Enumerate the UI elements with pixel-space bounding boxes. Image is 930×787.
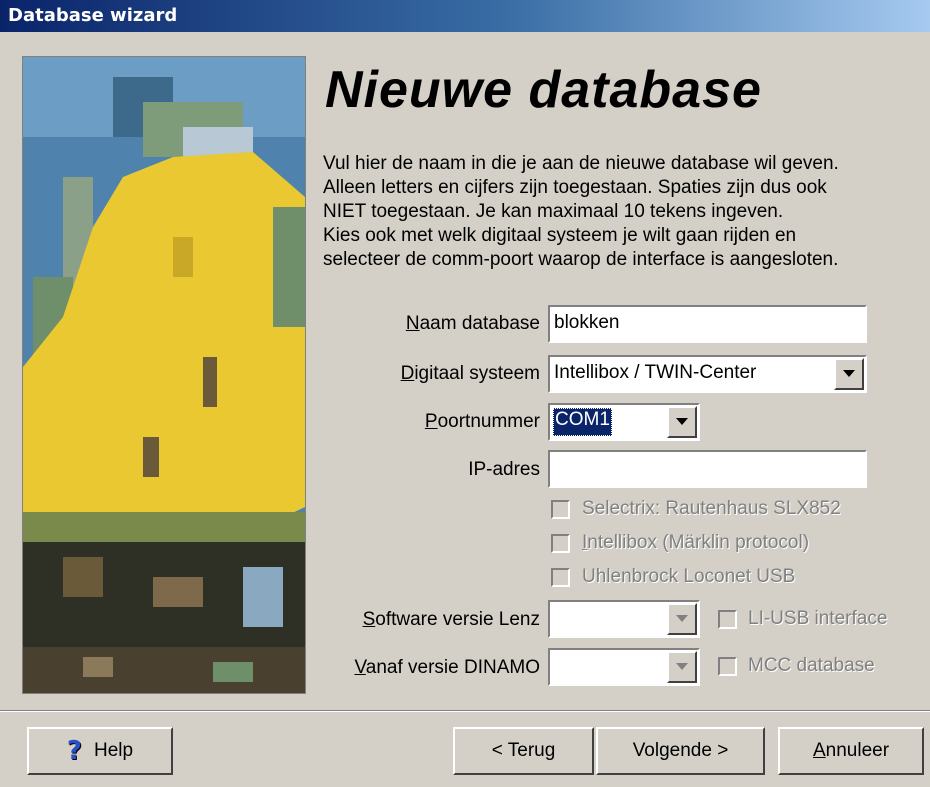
- intellibox-label: Intellibox (Märklin protocol): [582, 532, 810, 553]
- description-line: Alleen letters en cijfers zijn toegestaa…: [323, 177, 827, 198]
- vanaf-versie-dinamo-select[interactable]: [548, 648, 700, 686]
- description-text: Vul hier de naam in die je aan de nieuwe…: [323, 152, 923, 272]
- selectrix-label: Selectrix: Rautenhaus SLX852: [582, 498, 841, 519]
- li-usb-label: LI-USB interface: [748, 608, 888, 629]
- cancel-button[interactable]: Annuleer: [778, 727, 924, 775]
- intellibox-checkbox[interactable]: [551, 534, 570, 553]
- window-title: Database wizard: [8, 5, 178, 26]
- description-line: selecteer de comm-poort waarop de interf…: [323, 249, 839, 270]
- selectrix-checkbox[interactable]: [551, 500, 570, 519]
- description-line: Vul hier de naam in die je aan de nieuwe…: [323, 153, 839, 174]
- mcc-database-label: MCC database: [748, 655, 875, 676]
- chevron-down-icon[interactable]: [667, 603, 697, 635]
- software-versie-lenz-label: Software versie Lenz: [362, 609, 540, 630]
- description-line: NIET toegestaan. Je kan maximaal 10 teke…: [323, 201, 784, 222]
- chevron-down-icon[interactable]: [834, 358, 864, 390]
- poortnummer-label: Poortnummer: [424, 411, 540, 432]
- chevron-down-icon[interactable]: [667, 651, 697, 683]
- help-question-icon: ?: [66, 736, 82, 766]
- software-versie-lenz-select[interactable]: [548, 600, 700, 638]
- ip-adres-input[interactable]: [548, 450, 867, 488]
- vanaf-versie-dinamo-label: Vanaf versie DINAMO: [354, 657, 541, 678]
- footer-separator: [0, 710, 930, 712]
- digitaal-systeem-select[interactable]: Intellibox / TWIN-Center: [548, 355, 867, 393]
- database-wizard-window: Database wizard Nieuwe database Vul hier…: [0, 0, 930, 787]
- li-usb-checkbox[interactable]: [718, 610, 737, 629]
- chevron-down-icon[interactable]: [667, 406, 697, 438]
- help-button[interactable]: ? Help: [27, 727, 173, 775]
- uhlenbrock-label: Uhlenbrock Loconet USB: [582, 566, 796, 587]
- digitaal-systeem-label: Digitaal systeem: [400, 363, 540, 384]
- poortnummer-select[interactable]: COM1: [548, 403, 700, 441]
- naam-database-label: Naam database: [405, 313, 540, 334]
- back-button[interactable]: < Terug: [453, 727, 594, 775]
- ip-adres-label: IP-adres: [468, 459, 540, 480]
- description-line: Kies ook met welk digitaal systeem je wi…: [323, 225, 797, 246]
- page-heading: Nieuwe database: [325, 61, 762, 119]
- next-button[interactable]: Volgende >: [596, 727, 765, 775]
- title-bar[interactable]: Database wizard: [0, 0, 930, 32]
- wizard-side-image: [22, 56, 306, 694]
- uhlenbrock-checkbox[interactable]: [551, 568, 570, 587]
- mcc-database-checkbox[interactable]: [718, 657, 737, 676]
- naam-database-input[interactable]: blokken: [548, 305, 867, 343]
